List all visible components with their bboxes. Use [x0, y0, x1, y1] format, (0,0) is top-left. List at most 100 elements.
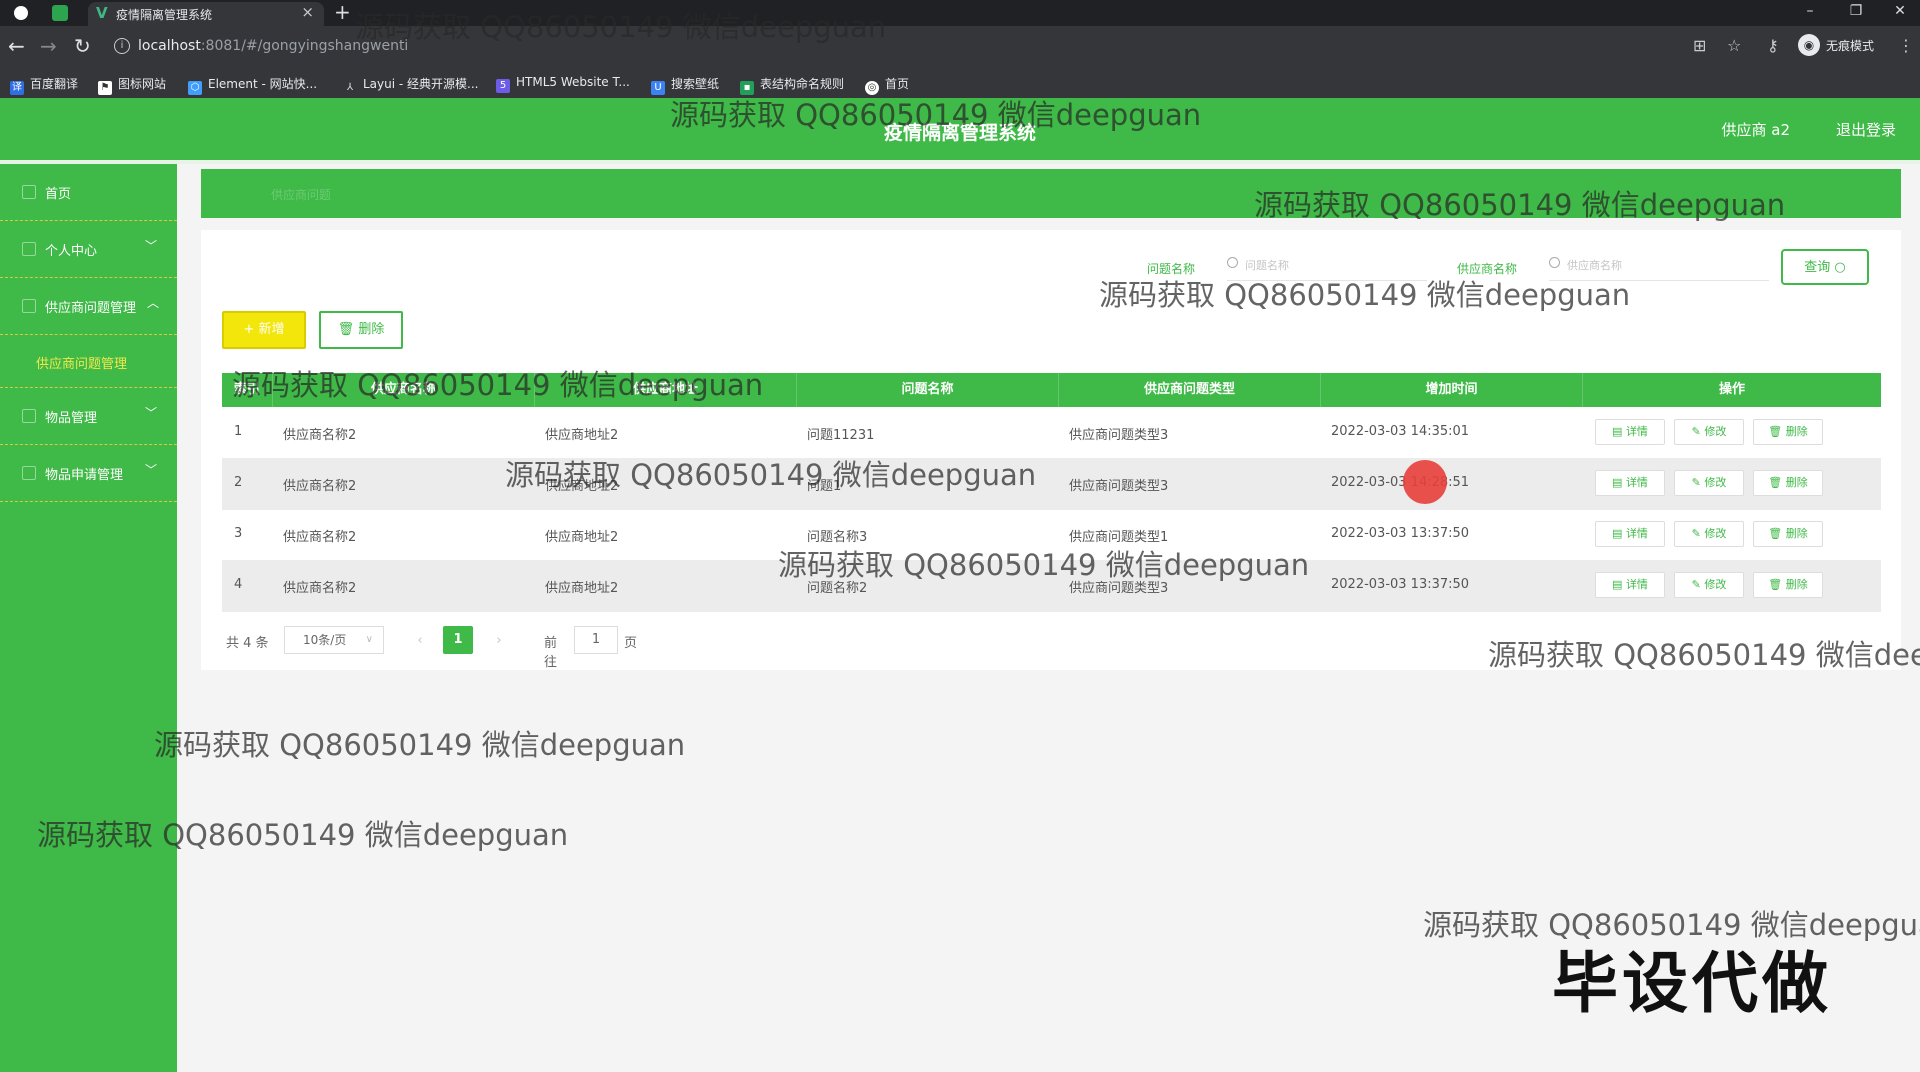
problem-name-input[interactable]: 问题名称: [1227, 254, 1427, 281]
cell-address: 供应商地址2: [545, 530, 619, 545]
prev-page-icon[interactable]: ‹: [405, 628, 435, 654]
table-row: 2 供应商名称2 供应商地址2 问题1 供应商问题类型3 2022-03-03 …: [222, 458, 1881, 510]
forward-icon[interactable]: →: [40, 34, 57, 58]
site-info-icon[interactable]: i: [114, 38, 130, 54]
bookmark-item[interactable]: ◎ 首页: [865, 75, 909, 95]
bookmark-item[interactable]: ▪ 表结构命名规则: [740, 75, 844, 95]
back-icon[interactable]: ←: [8, 34, 25, 58]
flag-icon: ⚑: [98, 81, 112, 95]
sidebar-item-supplier-problems[interactable]: 供应商问题管理 ︿: [0, 278, 177, 335]
goto-unit: 页: [624, 636, 638, 651]
chevron-down-icon: ∨: [365, 634, 373, 645]
cell-time: 2022-03-03 14:28:51: [1331, 475, 1470, 490]
cell-type: 供应商问题类型3: [1069, 479, 1169, 494]
column-header: 增加时间: [1320, 373, 1582, 407]
bookmark-item[interactable]: 5 HTML5 Website T...: [496, 75, 630, 93]
cell-supplier: 供应商名称2: [283, 581, 357, 596]
minimize-icon[interactable]: –: [1790, 0, 1830, 26]
cell-problem: 问题1: [807, 479, 842, 494]
logout-link[interactable]: 退出登录: [1836, 119, 1896, 140]
browser-more-icon[interactable]: ⋮: [1898, 36, 1914, 55]
query-button[interactable]: 查询 ○: [1781, 249, 1869, 285]
detail-button[interactable]: ▤ 详情: [1595, 521, 1665, 547]
row-delete-button[interactable]: 🗑 删除: [1753, 521, 1823, 547]
click-indicator: [1403, 460, 1447, 504]
sidebar-item-home[interactable]: 首页: [0, 164, 177, 221]
chevron-down-icon: ﹀: [144, 406, 157, 420]
bookmark-item[interactable]: ⚑ 图标网站: [98, 75, 166, 95]
sidebar-subitem-label: 供应商问题管理: [36, 357, 128, 372]
window-close-icon[interactable]: ✕: [1880, 0, 1920, 26]
baidu-translate-icon: 译: [10, 81, 24, 95]
page-number-current[interactable]: 1: [443, 626, 473, 654]
cell-supplier: 供应商名称2: [283, 530, 357, 545]
supplier-name-input[interactable]: 供应商名称: [1549, 254, 1769, 281]
table-header: 索引 供应商名称 供应商地址 问题名称 供应商问题类型 增加时间 操作: [222, 373, 1881, 407]
row-delete-button[interactable]: 🗑 删除: [1753, 470, 1823, 496]
promo-overlay-text: 毕设代做: [1552, 945, 1832, 1022]
sidebar-subitem-supplier-problems[interactable]: 供应商问题管理: [0, 335, 177, 388]
table-row: 4 供应商名称2 供应商地址2 问题名称2 供应商问题类型3 2022-03-0…: [222, 560, 1881, 612]
bookmark-item[interactable]: ⅄ Layui - 经典开源模...: [343, 75, 479, 93]
batch-delete-button[interactable]: 🗑 删除: [319, 311, 403, 349]
chevron-down-icon: ﹀: [144, 239, 157, 253]
trash-icon: 🗑: [337, 322, 355, 337]
edit-button[interactable]: ✎ 修改: [1674, 470, 1744, 496]
browser-tab-active[interactable]: V 疫情隔离管理系统 ×: [88, 2, 324, 26]
current-user: 供应商 a2: [1721, 121, 1790, 139]
search-label-problem-name: 问题名称: [1147, 262, 1196, 276]
cell-problem: 问题名称3: [807, 530, 868, 545]
cell-index: 4: [234, 577, 243, 592]
browser-tab-strip: V 疫情隔离管理系统 × + – ❐ ✕: [0, 0, 1920, 26]
new-tab-icon[interactable]: +: [334, 0, 351, 24]
search-icon: [1549, 257, 1560, 268]
url-field[interactable]: i localhost:8081/#/gongyingshangwenti: [108, 32, 1668, 62]
bookmark-item[interactable]: ⬡ Element - 网站快...: [188, 75, 317, 95]
system-title: 疫情隔离管理系统: [883, 122, 1036, 144]
table-row: 1 供应商名称2 供应商地址2 问题11231 供应商问题类型3 2022-03…: [222, 407, 1881, 459]
sidebar-item-personal-center[interactable]: 个人中心 ﹀: [0, 221, 177, 278]
cell-address: 供应商地址2: [545, 581, 619, 596]
bookmark-item[interactable]: U 搜索壁纸: [651, 75, 719, 95]
home-icon: [22, 185, 36, 199]
edit-button[interactable]: ✎ 修改: [1674, 521, 1744, 547]
sidebar-item-goods[interactable]: 物品管理 ﹀: [0, 388, 177, 445]
globe-icon: ◎: [865, 81, 879, 95]
column-header: 供应商名称: [272, 373, 534, 407]
page-size-select[interactable]: 10条/页 ∨: [284, 626, 384, 654]
browser-menu-icon[interactable]: [14, 6, 28, 20]
next-page-icon[interactable]: ›: [484, 628, 514, 654]
app-header: 疫情隔离管理系统 供应商 a2 退出登录: [0, 98, 1920, 160]
browser-address-bar: ← → ↻ i localhost:8081/#/gongyingshangwe…: [0, 26, 1920, 68]
user-icon: [22, 242, 36, 256]
edit-button[interactable]: ✎ 修改: [1674, 419, 1744, 445]
cell-index: 3: [234, 526, 243, 541]
cell-problem: 问题名称2: [807, 581, 868, 596]
add-button[interactable]: + 新增: [222, 311, 306, 349]
translate-icon[interactable]: ⊞: [1693, 36, 1706, 55]
pinned-tab-icon[interactable]: [52, 5, 68, 21]
sidebar-item-goods-application[interactable]: 物品申请管理 ﹀: [0, 445, 177, 502]
reload-icon[interactable]: ↻: [74, 34, 91, 58]
cell-time: 2022-03-03 14:35:01: [1331, 424, 1470, 439]
chevron-down-icon: ﹀: [144, 463, 157, 477]
detail-button[interactable]: ▤ 详情: [1595, 572, 1665, 598]
detail-button[interactable]: ▤ 详情: [1595, 470, 1665, 496]
password-key-icon[interactable]: ⚷: [1767, 36, 1779, 55]
cell-index: 2: [234, 475, 243, 490]
row-delete-button[interactable]: 🗑 删除: [1753, 419, 1823, 445]
sidebar-item-label: 物品申请管理: [45, 468, 124, 483]
layui-icon: ⅄: [346, 82, 354, 93]
restore-icon[interactable]: ❐: [1836, 0, 1876, 26]
row-delete-button[interactable]: 🗑 删除: [1753, 572, 1823, 598]
edit-button[interactable]: ✎ 修改: [1674, 572, 1744, 598]
tab-close-icon[interactable]: ×: [301, 3, 314, 21]
breadcrumb: 供应商问题: [271, 188, 332, 202]
table-naming-icon: ▪: [740, 81, 754, 95]
goto-page-input[interactable]: 1: [574, 626, 618, 654]
column-header: 索引: [233, 382, 260, 397]
detail-button[interactable]: ▤ 详情: [1595, 419, 1665, 445]
form-icon: [22, 466, 36, 480]
bookmark-item[interactable]: 译百度翻译: [10, 75, 78, 95]
bookmark-star-icon[interactable]: ☆: [1727, 36, 1741, 55]
